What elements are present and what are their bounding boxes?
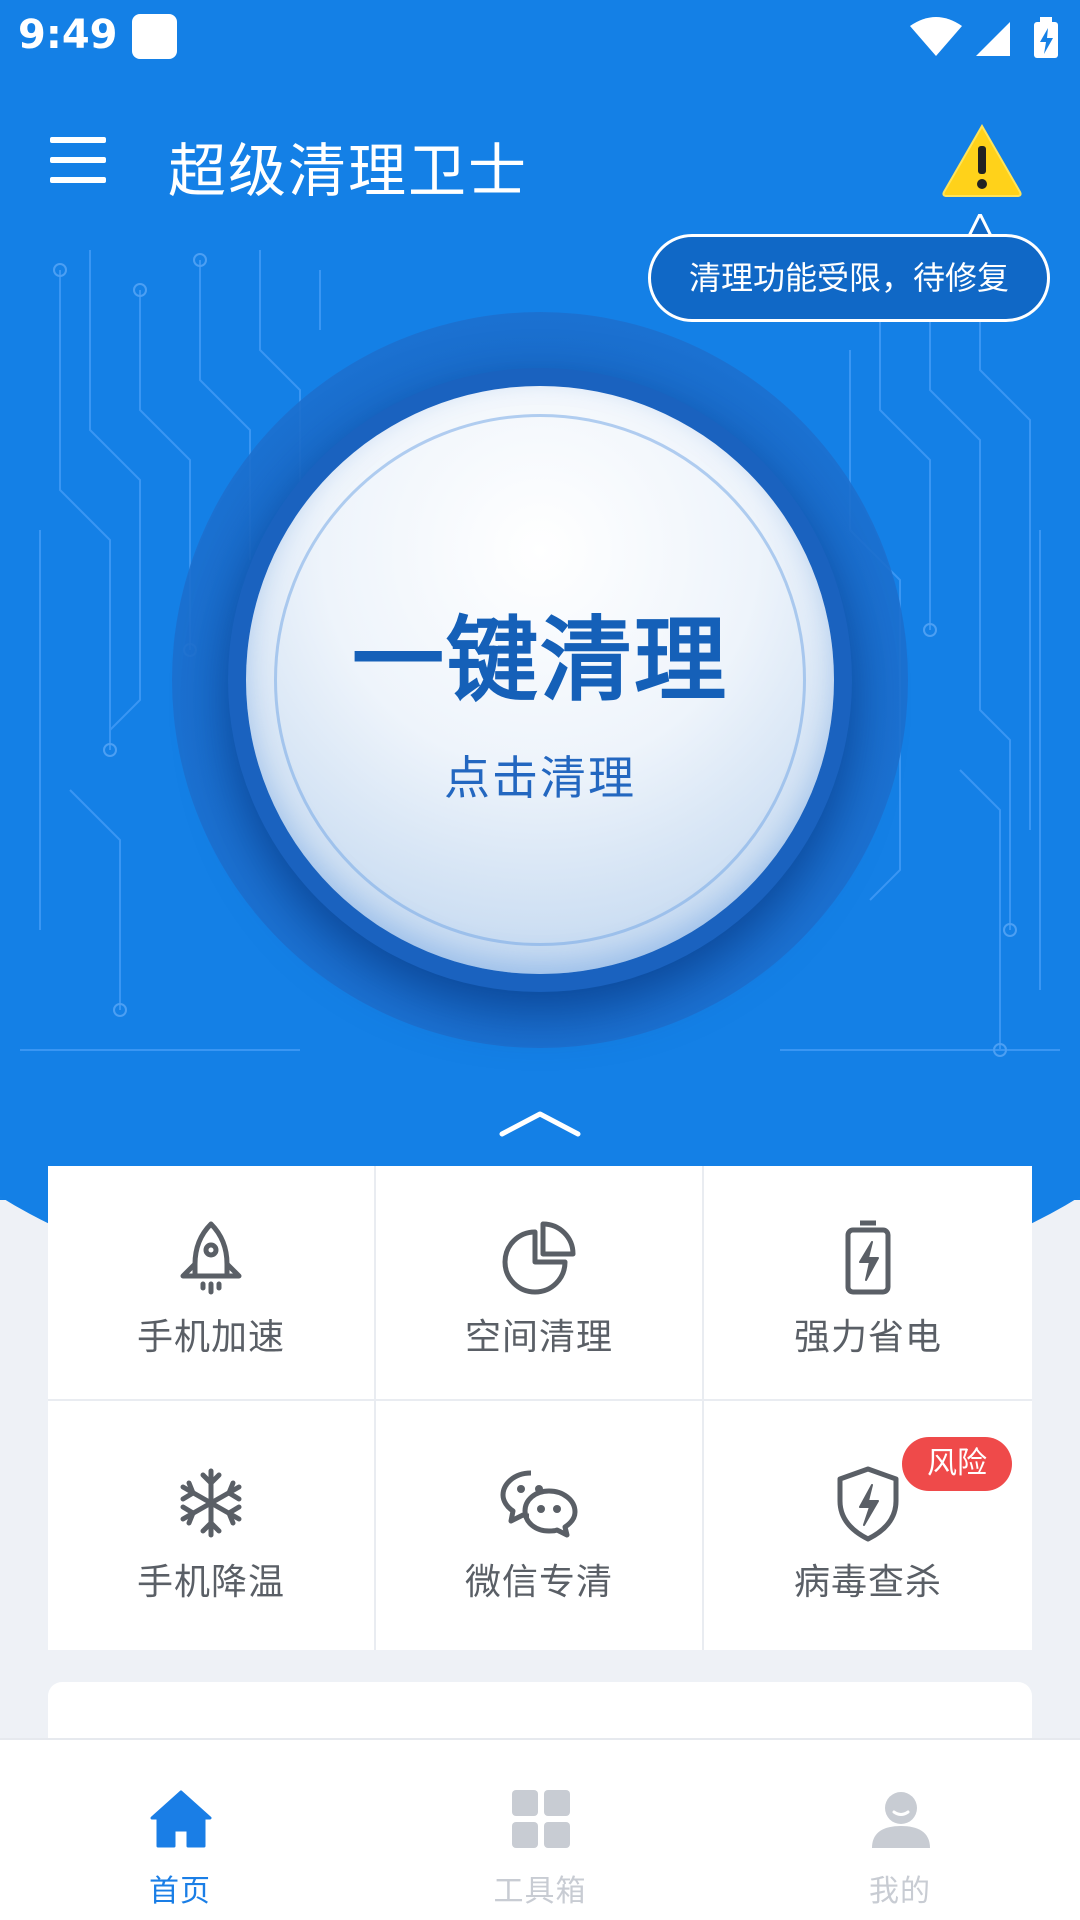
- feature-space-clean[interactable]: 空间清理: [376, 1166, 704, 1401]
- clean-button-subtitle: 点击清理: [444, 751, 636, 805]
- nav-label: 我的: [869, 1874, 931, 1909]
- app-title: 超级清理卫士: [168, 137, 529, 205]
- wechat-icon: [500, 1470, 578, 1538]
- nav-mine[interactable]: 我的: [780, 1740, 1020, 1920]
- feature-label: 手机降温: [136, 1562, 285, 1603]
- risk-badge: 风险: [902, 1437, 1012, 1491]
- home-icon: [150, 1790, 212, 1848]
- feature-label: 微信专清: [464, 1562, 613, 1603]
- rocket-icon: [180, 1221, 242, 1295]
- one-click-clean-button[interactable]: 一键清理 点击清理: [246, 386, 834, 974]
- bottom-nav: 首页 工具箱 我的: [0, 1738, 1080, 1920]
- battery-icon: [845, 1220, 891, 1295]
- feature-virus-scan[interactable]: 病毒查杀 风险: [704, 1401, 1032, 1650]
- grid-icon: [512, 1790, 570, 1848]
- feature-label: 强力省电: [793, 1317, 942, 1358]
- feature-power-save[interactable]: 强力省电: [704, 1166, 1032, 1401]
- app-screen: 9:49 超级清理卫士 清理功能受限，待修复 一键清理 点击清理 手机加速 空间…: [0, 0, 1080, 1920]
- status-time: 9:49: [18, 12, 118, 58]
- feature-label: 手机加速: [136, 1317, 285, 1358]
- battery-status-icon: [1034, 17, 1058, 58]
- nav-label: 工具箱: [493, 1874, 587, 1909]
- wifi-icon: [910, 17, 962, 56]
- nav-label: 首页: [149, 1874, 211, 1909]
- status-bar: 9:49: [0, 0, 1080, 75]
- feature-label: 空间清理: [464, 1317, 613, 1358]
- shield-icon: [837, 1466, 899, 1542]
- clean-button-title: 一键清理: [351, 607, 728, 714]
- notification-icon: [132, 14, 177, 59]
- snowflake-icon: [180, 1468, 242, 1538]
- feature-phone-cool[interactable]: 手机降温: [48, 1401, 376, 1650]
- repair-tooltip[interactable]: 清理功能受限，待修复: [648, 234, 1050, 322]
- feature-wechat-clean[interactable]: 微信专清: [376, 1401, 704, 1650]
- feature-label: 病毒查杀: [793, 1562, 942, 1603]
- signal-icon: [976, 22, 1010, 56]
- chevron-up-icon[interactable]: [498, 1108, 582, 1138]
- feature-grid: 手机加速 空间清理 强力省电 手机降温 微信专清 病毒查杀 风险: [48, 1166, 1032, 1650]
- feature-phone-boost[interactable]: 手机加速: [48, 1166, 376, 1401]
- next-card: [48, 1682, 1032, 1742]
- status-icons: [910, 17, 1058, 58]
- pie-chart-icon: [502, 1221, 576, 1295]
- menu-icon[interactable]: [50, 137, 106, 183]
- person-icon: [872, 1792, 930, 1848]
- warning-icon[interactable]: [940, 122, 1024, 198]
- nav-home[interactable]: 首页: [60, 1740, 300, 1920]
- nav-toolbox[interactable]: 工具箱: [420, 1740, 660, 1920]
